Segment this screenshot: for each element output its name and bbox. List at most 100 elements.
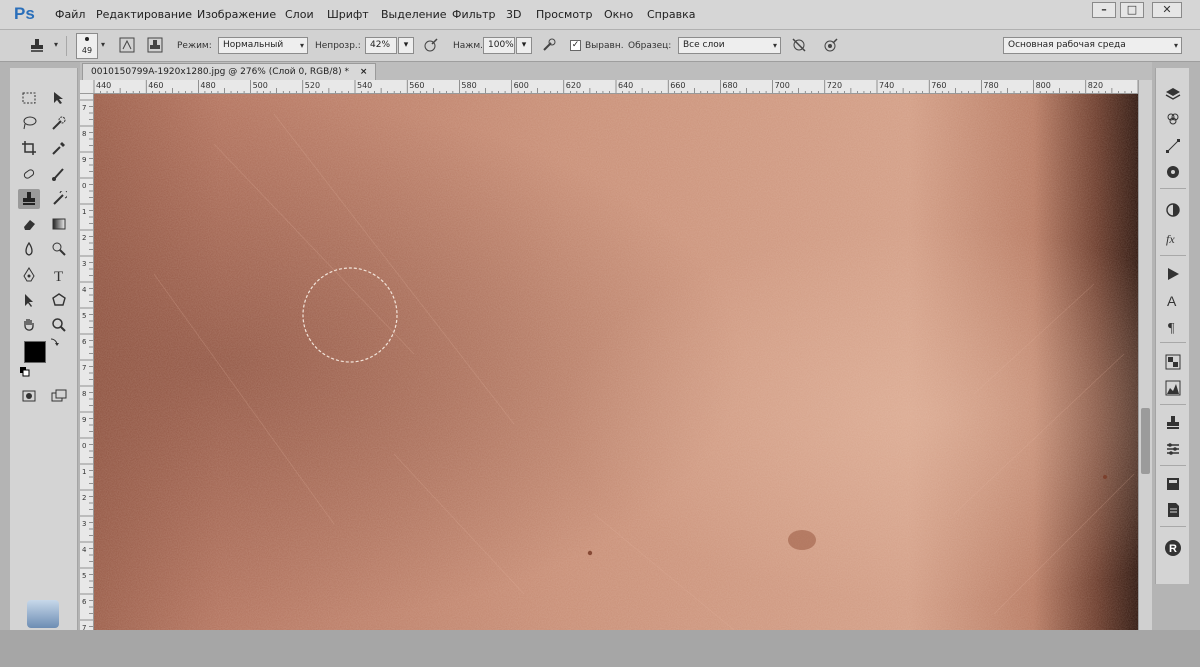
actions-icon[interactable] (1163, 264, 1183, 284)
menu-3d[interactable]: 3D (506, 8, 521, 21)
clone-stamp-tool-preset-icon[interactable] (28, 36, 46, 54)
screen-mode-icon[interactable] (48, 386, 70, 406)
blur-icon[interactable] (18, 239, 40, 259)
close-tab-icon[interactable]: × (360, 67, 368, 77)
ignore-adjustment-layers-icon[interactable] (790, 36, 808, 54)
adjustments-icon[interactable] (1163, 200, 1183, 220)
brush-presets-icon[interactable] (1163, 439, 1183, 459)
menu-type[interactable]: Шрифт (327, 8, 369, 21)
shape-icon[interactable] (48, 290, 70, 310)
flow-dropdown-button[interactable]: ▾ (516, 37, 532, 54)
minimize-button[interactable]: – (1092, 2, 1116, 18)
document-tab-strip: 0010150799A-1920x1280.jpg @ 276% (Слой 0… (80, 62, 1152, 80)
paragraph-icon[interactable]: ¶ (1163, 316, 1183, 336)
brush-tip-icon (85, 37, 89, 41)
ruler-top-label: 460 (148, 81, 163, 90)
menu-view[interactable]: Просмотр (536, 8, 592, 21)
clone-stamp-icon[interactable] (18, 189, 40, 209)
menu-bar: Ps Файл Редактирование Изображение Слои … (0, 0, 1200, 30)
quick-selection-icon[interactable] (48, 113, 70, 133)
eyedropper-icon[interactable] (48, 138, 70, 158)
default-colors-icon[interactable] (18, 365, 32, 379)
flow-input[interactable]: 100% (483, 37, 515, 54)
sample-value: Все слои (683, 40, 725, 50)
menu-window[interactable]: Окно (604, 8, 633, 21)
type-icon[interactable]: T (48, 265, 70, 285)
opacity-dropdown-button[interactable]: ▾ (398, 37, 414, 54)
vertical-scrollbar[interactable] (1138, 80, 1152, 630)
notes-icon[interactable] (1163, 500, 1183, 520)
workspace-select[interactable]: Основная рабочая среда ▾ (1003, 37, 1182, 54)
plugin-r-icon[interactable]: R (1163, 538, 1183, 558)
move-icon[interactable] (48, 88, 70, 108)
styles-icon[interactable]: fx (1163, 228, 1183, 248)
brush-size-picker[interactable]: 49 (76, 33, 98, 59)
svg-text:fx: fx (1166, 232, 1175, 246)
pen-icon[interactable] (18, 265, 40, 285)
zoom-icon[interactable] (48, 315, 70, 335)
ruler-top-label: 820 (1088, 81, 1103, 90)
menu-edit[interactable]: Редактирование (96, 8, 192, 21)
pressure-opacity-icon[interactable] (422, 36, 440, 54)
maximize-button[interactable]: □ (1120, 2, 1144, 18)
swap-colors-icon[interactable] (48, 334, 62, 348)
brush-panel-toggle-icon[interactable] (118, 36, 136, 54)
document-tab[interactable]: 0010150799A-1920x1280.jpg @ 276% (Слой 0… (82, 63, 377, 80)
ruler-top-label: 700 (775, 81, 790, 90)
menu-layers[interactable]: Слои (285, 8, 314, 21)
brush-picker-chevron-icon[interactable]: ▾ (101, 40, 105, 49)
channels-icon[interactable] (1163, 109, 1183, 129)
histogram-icon[interactable] (1163, 378, 1183, 398)
menu-filter[interactable]: Фильтр (452, 8, 496, 21)
layers-icon[interactable] (1163, 84, 1183, 104)
ruler-left-label: 5 (82, 572, 86, 580)
dodge-icon[interactable] (48, 239, 70, 259)
chevron-down-icon[interactable]: ▾ (54, 40, 58, 49)
properties-icon[interactable] (1163, 474, 1183, 494)
ruler-top-label: 760 (931, 81, 946, 90)
aligned-checkbox[interactable]: ✓ (570, 40, 581, 51)
menu-help[interactable]: Справка (647, 8, 695, 21)
menu-file[interactable]: Файл (55, 8, 85, 21)
opacity-input[interactable]: 42% (365, 37, 397, 54)
navigator-icon[interactable] (1163, 352, 1183, 372)
clone-source-icon[interactable] (1163, 413, 1183, 433)
ruler-top-label: 540 (357, 81, 372, 90)
horizontal-ruler: 440 460 480 500 520 540 560 580 600 620 640 660 680 7… (80, 80, 1138, 94)
quick-mask-icon[interactable] (18, 386, 40, 406)
ruler-left-label: 7 (82, 364, 86, 372)
ruler-left-label: 9 (82, 156, 86, 164)
character-icon[interactable]: A (1163, 290, 1183, 310)
foreground-color-swatch[interactable] (24, 341, 46, 363)
sample-select[interactable]: Все слои ▾ (678, 37, 781, 54)
svg-text:T: T (54, 269, 63, 283)
eraser-icon[interactable] (18, 214, 40, 234)
menu-image[interactable]: Изображение (197, 8, 276, 21)
brush-icon[interactable] (48, 164, 70, 184)
paths-icon[interactable] (1163, 136, 1183, 156)
path-selection-icon[interactable] (18, 290, 40, 310)
pressure-size-icon[interactable] (822, 36, 840, 54)
close-window-button[interactable]: ✕ (1152, 2, 1182, 18)
spot-healing-icon[interactable] (18, 164, 40, 184)
ruler-left-label: 0 (82, 442, 86, 450)
lasso-icon[interactable] (18, 113, 40, 133)
hand-icon[interactable] (18, 315, 40, 335)
ruler-top-label: 620 (566, 81, 581, 90)
airbrush-icon[interactable] (540, 36, 558, 54)
image-canvas[interactable] (94, 94, 1138, 630)
rectangular-marquee-icon[interactable] (18, 88, 40, 108)
svg-text:R: R (1169, 543, 1177, 555)
color-icon[interactable] (1163, 162, 1183, 182)
gradient-icon[interactable] (48, 214, 70, 234)
menu-select[interactable]: Выделение (381, 8, 447, 21)
ruler-left-label: 8 (82, 390, 86, 398)
history-brush-icon[interactable] (48, 189, 70, 209)
clone-source-panel-icon[interactable] (146, 36, 164, 54)
workspace-value: Основная рабочая среда (1008, 40, 1126, 50)
crop-icon[interactable] (18, 138, 40, 158)
blend-mode-select[interactable]: Нормальный ▾ (218, 37, 308, 54)
chevron-down-icon: ▾ (772, 41, 777, 50)
svg-text:¶: ¶ (1168, 321, 1175, 334)
scrollbar-thumb[interactable] (1141, 408, 1150, 474)
